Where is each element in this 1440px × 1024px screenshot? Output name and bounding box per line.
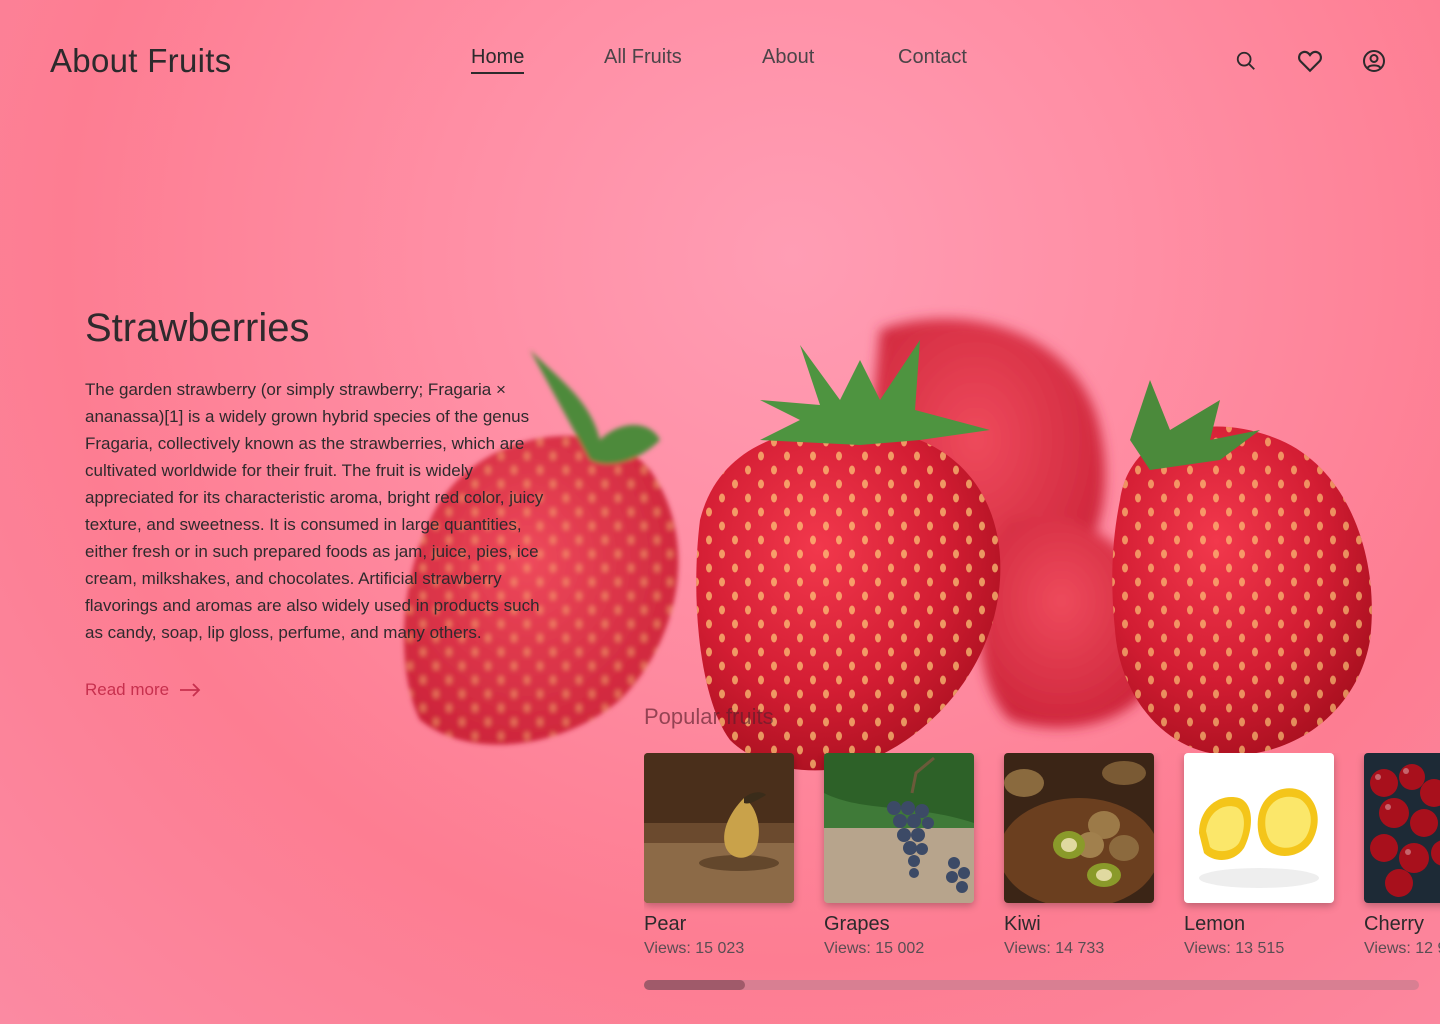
read-more-link[interactable]: Read more	[85, 680, 201, 700]
cherry-image	[1364, 753, 1440, 903]
fruit-views: Views: 12 9	[1364, 940, 1440, 957]
fruit-name: Lemon	[1184, 913, 1246, 935]
popular-fruits-heading: Popular fruits	[644, 704, 774, 729]
arrow-right-icon	[180, 683, 201, 697]
fruit-card-cherry[interactable]: Cherry Views: 12 9	[1364, 753, 1440, 958]
main-nav: Home All Fruits About Contact	[0, 46, 1440, 80]
fruit-card-kiwi[interactable]: Kiwi Views: 14 733	[1004, 753, 1154, 958]
carousel-scrollbar-thumb[interactable]	[644, 980, 745, 990]
fruit-name: Pear	[644, 913, 687, 935]
fruit-name: Kiwi	[1004, 913, 1041, 935]
kiwi-image	[1004, 753, 1154, 903]
carousel-scrollbar[interactable]	[644, 980, 1419, 990]
fruit-views: Views: 13 515	[1184, 940, 1285, 957]
read-more-label: Read more	[85, 680, 170, 699]
grapes-image	[824, 753, 974, 903]
fruit-card-pear[interactable]: Pear Views: 15 023	[644, 753, 794, 958]
fruit-views: Views: 14 733	[1004, 940, 1105, 957]
pear-image	[644, 753, 794, 903]
page-title: Strawberries	[85, 306, 310, 350]
heart-icon[interactable]	[1295, 46, 1325, 76]
fruit-views: Views: 15 023	[644, 940, 745, 957]
fruit-description: The garden strawberry (or simply strawbe…	[85, 380, 544, 642]
user-icon[interactable]	[1359, 46, 1389, 76]
nav-home[interactable]: Home	[471, 46, 525, 74]
fruit-views: Views: 15 002	[824, 940, 925, 957]
search-icon[interactable]	[1231, 46, 1261, 76]
fruit-card-grapes[interactable]: Grapes Views: 15 002	[824, 753, 974, 958]
fruit-card-lemon[interactable]: Lemon Views: 13 515	[1184, 753, 1334, 958]
nav-about[interactable]: About	[762, 46, 814, 69]
fruit-name: Grapes	[824, 913, 890, 935]
nav-contact[interactable]: Contact	[898, 46, 967, 69]
lemon-image	[1184, 753, 1334, 903]
fruit-name: Cherry	[1364, 913, 1425, 935]
nav-all-fruits[interactable]: All Fruits	[604, 46, 682, 69]
popular-fruits-carousel[interactable]: Pear Views: 15 023 Grapes Views: 15 002 …	[644, 753, 1440, 968]
